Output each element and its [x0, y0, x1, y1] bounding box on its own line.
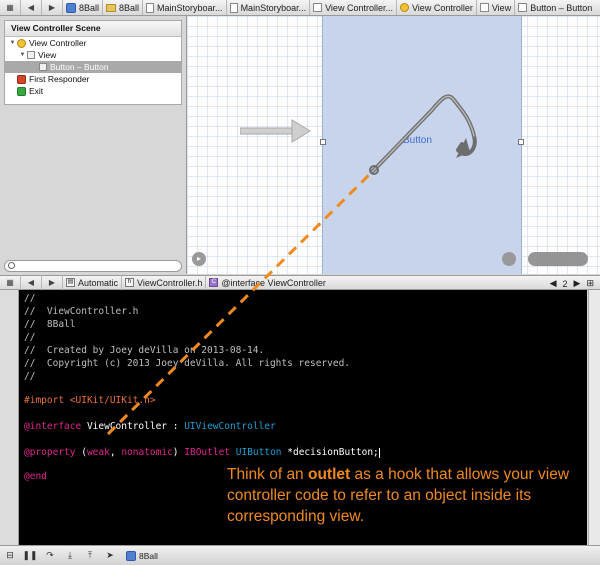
- outline-item-view[interactable]: ▼ View: [5, 49, 181, 61]
- folder-icon: [106, 3, 117, 12]
- resize-handle-right[interactable]: [518, 139, 524, 145]
- related-items-button[interactable]: ▦: [0, 275, 21, 290]
- back-button[interactable]: ◀: [21, 275, 42, 290]
- hide-outline-button[interactable]: ▸: [192, 252, 206, 266]
- crumb-group[interactable]: 8Ball: [103, 0, 144, 15]
- back-button[interactable]: ◀: [21, 0, 42, 15]
- grid-icon: ▦: [6, 278, 14, 287]
- text-cursor: [378, 447, 380, 458]
- grid-icon: ▦: [6, 3, 14, 12]
- crumb-view-controller[interactable]: View Controller: [397, 0, 477, 15]
- editor-gutter: [0, 290, 19, 545]
- code-line: //: [24, 293, 36, 304]
- code-line: // ViewController.h: [24, 306, 139, 317]
- first-responder-icon: [17, 74, 26, 84]
- outline-filter-field[interactable]: [4, 260, 182, 272]
- crumb-view[interactable]: View: [477, 0, 516, 15]
- crumb-project[interactable]: 8Ball: [63, 0, 104, 15]
- automatic-icon: ▤: [66, 278, 75, 287]
- code-line: // 8Ball: [24, 319, 76, 330]
- button-icon: [39, 63, 47, 71]
- crumb-button[interactable]: Button – Button: [515, 0, 595, 15]
- step-over-icon[interactable]: ↷: [40, 550, 60, 561]
- project-icon: [66, 2, 76, 13]
- related-items-button[interactable]: ▦: [0, 0, 21, 15]
- view-controller-icon: [17, 38, 26, 48]
- zoom-controls[interactable]: [528, 252, 588, 266]
- hide-debug-area-icon[interactable]: ⊟: [0, 550, 20, 561]
- code-line: //: [24, 371, 36, 382]
- outlet-callout: Think of an outlet as a hook that allows…: [227, 466, 570, 525]
- resize-handle-left[interactable]: [320, 139, 326, 145]
- outline-item-first-responder[interactable]: First Responder: [5, 73, 181, 85]
- class-icon: C: [209, 278, 219, 287]
- outline-scene-header[interactable]: View Controller Scene: [5, 21, 181, 37]
- scene-button[interactable]: Button: [403, 135, 432, 146]
- disclosure-triangle-icon[interactable]: ▼: [18, 49, 27, 61]
- filter-icon: [8, 262, 15, 269]
- header-file-icon: h: [125, 278, 135, 287]
- code-line: //: [24, 332, 36, 343]
- view-icon: [479, 3, 489, 12]
- code-line-property: @property (weak, nonatomic) IBOutlet UIB…: [24, 447, 380, 458]
- editor-scrollbar[interactable]: [588, 290, 600, 545]
- view-controller-icon: [399, 3, 409, 12]
- debug-bar: ⊟ ❚❚ ↷ ⤓ ⤒ ➤ 8Ball: [0, 545, 600, 565]
- code-line-import: #import <UIKit/UIKit.h>: [24, 395, 156, 406]
- code-line: // Copyright (c) 2013 Joey deVilla. All …: [24, 358, 351, 369]
- outline-item-exit[interactable]: Exit: [5, 85, 181, 97]
- top-jump-bar: ▦ ◀ ▶ 8Ball 8Ball MainStoryboar... MainS…: [0, 0, 600, 16]
- previous-counterpart-button[interactable]: ◀: [550, 278, 557, 289]
- forward-button[interactable]: ▶: [42, 275, 63, 290]
- scene-icon: [313, 3, 323, 12]
- assistant-mode-selector[interactable]: ▤ Automatic: [63, 275, 123, 290]
- debug-target[interactable]: 8Ball: [126, 550, 158, 561]
- storyboard-icon: [146, 2, 155, 13]
- disclosure-triangle-icon[interactable]: ▼: [8, 37, 17, 49]
- crumb-storyboard[interactable]: MainStoryboar...: [143, 0, 227, 15]
- app-icon: [126, 550, 136, 561]
- initial-scene-arrow: [240, 119, 311, 143]
- step-into-icon[interactable]: ⤓: [60, 550, 80, 561]
- document-outline: View Controller Scene ▼ View Controller ▼…: [4, 20, 182, 105]
- pause-icon[interactable]: ❚❚: [20, 550, 40, 561]
- code-line-end: @end: [24, 471, 47, 482]
- crumb-symbol[interactable]: C @interface ViewController: [206, 275, 329, 290]
- location-icon[interactable]: ➤: [100, 550, 120, 561]
- code-line-interface: @interface ViewController : UIViewContro…: [24, 421, 276, 432]
- device-size-button[interactable]: [502, 252, 516, 266]
- view-icon: [27, 51, 35, 59]
- counterpart-nav: ◀ 2 ▶ ⊞: [550, 276, 594, 291]
- crumb-scene[interactable]: View Controller...: [310, 0, 397, 15]
- step-out-icon[interactable]: ⤒: [80, 550, 100, 561]
- button-icon: [518, 3, 528, 12]
- outline-item-view-controller[interactable]: ▼ View Controller: [5, 37, 181, 49]
- editor-jump-bar: ▦ ◀ ▶ ▤ Automatic h ViewController.h C @int…: [0, 275, 600, 290]
- add-editor-icon[interactable]: ⊞: [586, 278, 594, 289]
- counterpart-count: 2: [562, 278, 568, 289]
- storyboard-icon: [229, 2, 238, 13]
- exit-icon: [17, 86, 26, 96]
- forward-button[interactable]: ▶: [42, 0, 63, 15]
- outline-item-button[interactable]: Button – Button: [5, 61, 181, 73]
- crumb-storyboard-base[interactable]: MainStoryboar...: [227, 0, 311, 15]
- crumb-file[interactable]: h ViewController.h: [122, 275, 207, 290]
- code-line: // Created by Joey deVilla on 2013-08-14…: [24, 345, 265, 356]
- next-counterpart-button[interactable]: ▶: [574, 278, 581, 289]
